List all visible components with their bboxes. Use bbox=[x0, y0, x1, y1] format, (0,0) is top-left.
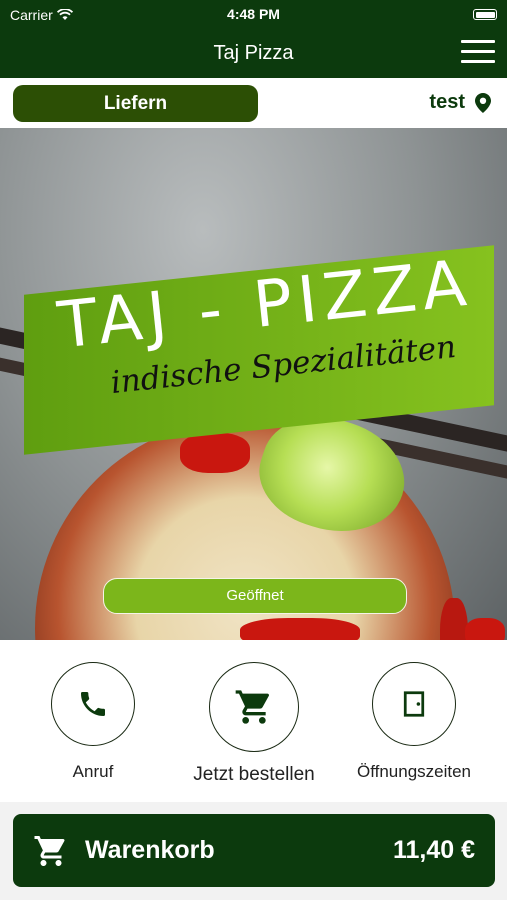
shopping-cart-icon bbox=[235, 690, 269, 724]
quick-actions: Anruf Jetzt bestellen Öffnungszeiten bbox=[0, 640, 507, 802]
cart-icon bbox=[34, 836, 65, 866]
delivery-bar: Liefern test bbox=[0, 78, 507, 128]
chili-graphic bbox=[240, 618, 360, 640]
deliver-button[interactable]: Liefern bbox=[13, 85, 258, 122]
cart-button[interactable]: Warenkorb 11,40 € bbox=[13, 814, 495, 887]
order-action[interactable]: Jetzt bestellen bbox=[179, 662, 329, 786]
hamburger-menu-icon[interactable] bbox=[461, 40, 495, 66]
battery-icon bbox=[473, 9, 497, 20]
order-button[interactable] bbox=[209, 662, 299, 752]
status-bar: Carrier 4:48 PM bbox=[0, 0, 507, 30]
cart-label: Warenkorb bbox=[85, 836, 215, 864]
location-pin-icon bbox=[475, 92, 491, 113]
navigation-bar: Taj Pizza bbox=[0, 30, 507, 78]
open-status-badge: Geöffnet bbox=[103, 578, 407, 614]
cart-total: 11,40 € bbox=[392, 836, 475, 864]
chili-graphic bbox=[440, 598, 468, 640]
call-label: Anruf bbox=[72, 762, 114, 781]
call-action[interactable]: Anruf bbox=[18, 662, 168, 782]
location-label: test bbox=[429, 91, 465, 113]
door-icon bbox=[403, 691, 425, 717]
chili-graphic bbox=[180, 433, 250, 473]
call-button[interactable] bbox=[51, 662, 135, 746]
order-label: Jetzt bestellen bbox=[193, 764, 315, 785]
opening-hours-button[interactable] bbox=[372, 662, 456, 746]
opening-hours-label: Öffnungszeiten bbox=[356, 762, 472, 781]
chili-graphic bbox=[465, 618, 505, 640]
status-time: 4:48 PM bbox=[227, 6, 280, 22]
app-title: Taj Pizza bbox=[213, 42, 294, 64]
opening-hours-action[interactable]: Öffnungszeiten bbox=[339, 662, 489, 782]
location-selector[interactable]: test bbox=[429, 91, 491, 114]
phone-icon bbox=[81, 692, 105, 716]
